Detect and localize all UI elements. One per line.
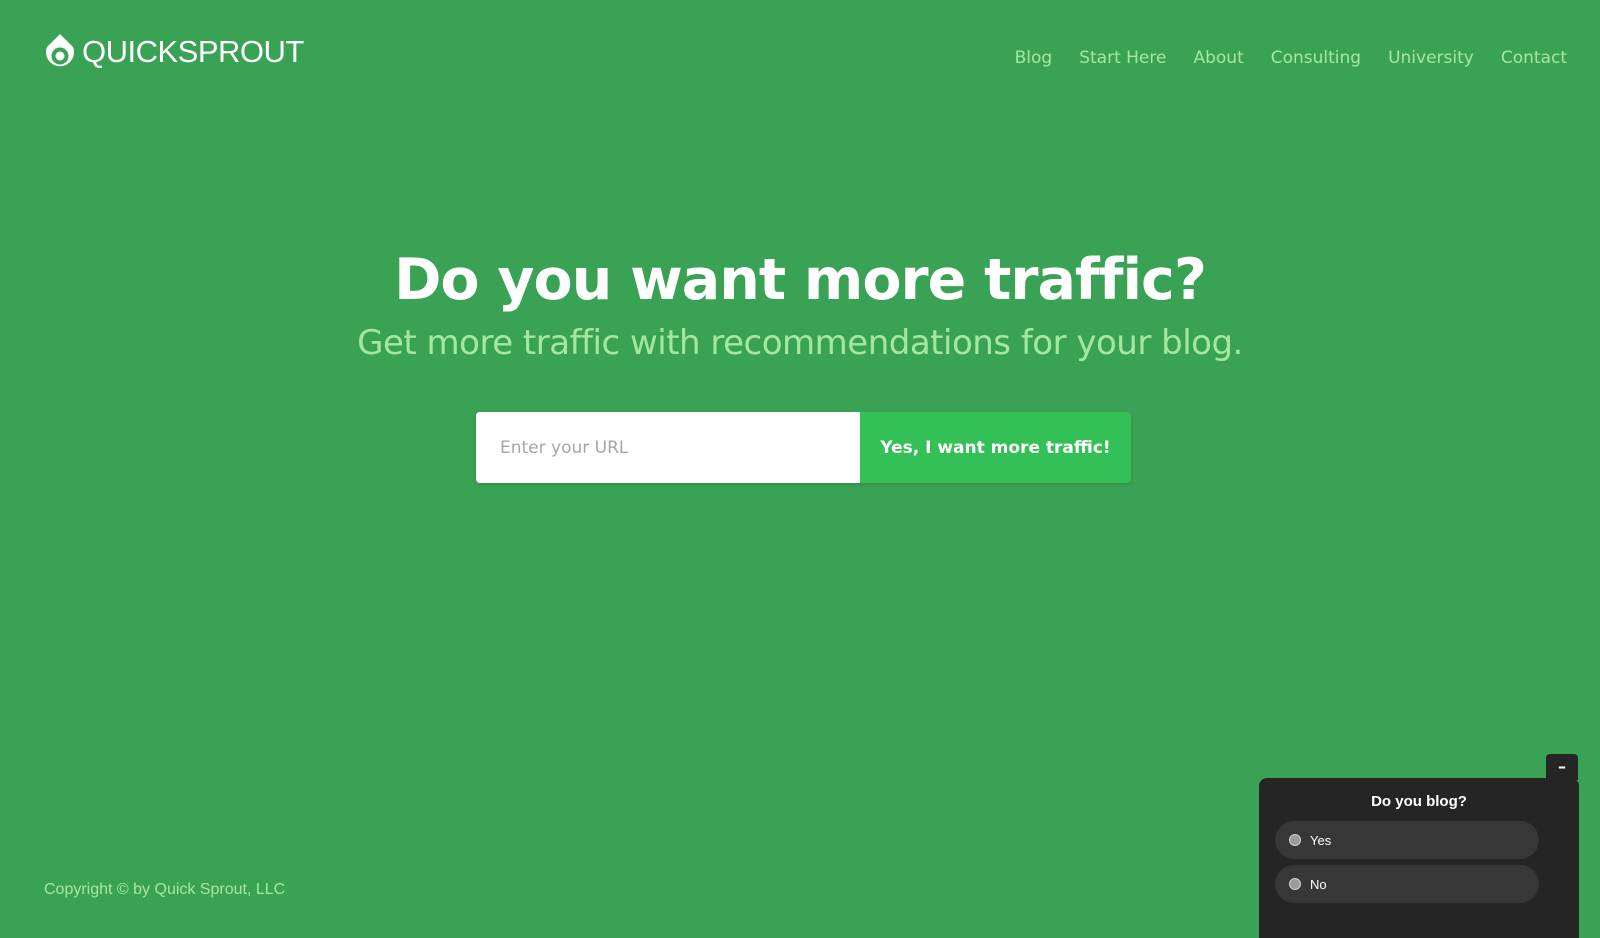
radio-icon[interactable] xyxy=(1289,878,1301,890)
url-input[interactable] xyxy=(476,412,860,483)
nav-about[interactable]: About xyxy=(1193,46,1243,70)
quicksprout-logo-icon xyxy=(46,34,74,67)
survey-option-label: No xyxy=(1310,876,1327,892)
nav-consulting[interactable]: Consulting xyxy=(1271,46,1361,70)
survey-option-no[interactable]: No xyxy=(1275,865,1539,903)
nav-contact[interactable]: Contact xyxy=(1501,46,1567,70)
survey-option-yes[interactable]: Yes xyxy=(1275,821,1539,859)
nav-university[interactable]: University xyxy=(1388,46,1474,70)
get-traffic-button[interactable]: Yes, I want more traffic! xyxy=(860,412,1131,483)
nav-start-here[interactable]: Start Here xyxy=(1079,46,1166,70)
copyright-text: Copyright © by Quick Sprout, LLC xyxy=(44,881,286,898)
hero-title: Do you want more traffic? xyxy=(394,247,1207,313)
radio-icon[interactable] xyxy=(1289,834,1301,846)
logo-text: QUICKSPROUT xyxy=(82,34,304,69)
survey-option-label: Yes xyxy=(1310,832,1332,848)
nav-blog[interactable]: Blog xyxy=(1015,46,1053,70)
url-form: Yes, I want more traffic! xyxy=(476,412,1131,483)
hero-subtitle: Get more traffic with recommendations fo… xyxy=(357,323,1243,363)
logo-link[interactable]: QUICKSPROUT xyxy=(44,32,304,72)
survey-question: Do you blog? xyxy=(1371,793,1467,810)
survey-minimize-button[interactable]: – xyxy=(1546,754,1578,780)
main-nav: Blog Start Here About Consulting Univers… xyxy=(988,46,1567,70)
survey-widget: Do you blog? Yes No xyxy=(1259,778,1579,938)
